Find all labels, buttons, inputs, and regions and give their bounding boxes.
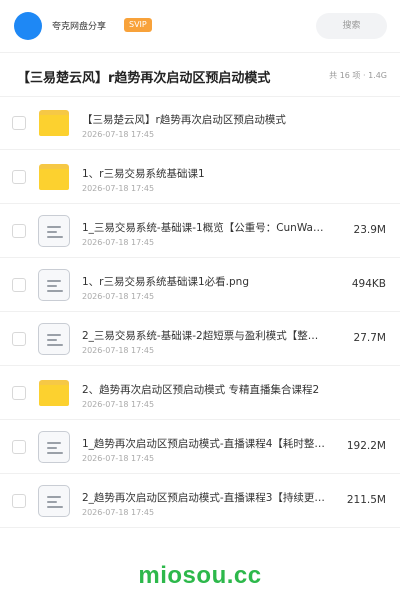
file-row[interactable]: 2_趋势再次启动区预启动模式-直播课程3【持续更新版】 2026-07-18 17… [0,474,400,528]
folder-meta: 共 16 项 · 1.4G [329,71,387,80]
file-list: 【三易楚云风】r趋势再次启动区预启动模式 2026-07-18 17:45 1、r三… [0,96,400,528]
folder-icon [38,107,70,139]
item-size: 27.7M [353,332,386,344]
share-owner-name: 夸克网盘分享 [52,22,107,32]
watermark: miosou.cc [138,562,262,589]
item-size: 211.5M [346,494,386,506]
search-button[interactable]: 搜索 [316,13,387,39]
item-name: 1、r三易交易系统基础课1必看.png [82,276,249,288]
item-name: 2_三易交易系统-基础课-2超短票与盈利模式【整理版】 [82,330,328,342]
file-row[interactable]: 2_三易交易系统-基础课-2超短票与盈利模式【整理版】 2026-07-18 17… [0,312,400,366]
document-icon [38,269,70,301]
item-date: 2026-07-18 17:45 [82,454,155,463]
item-name: 【三易楚云风】r趋势再次启动区预启动模式 [82,114,286,126]
row-checkbox[interactable] [12,440,26,454]
top-header: 夸克网盘分享 SVIP 搜索 [0,0,400,52]
item-name: 1、r三易交易系统基础课1 [82,168,205,180]
item-name: 2、趋势再次启动区预启动模式 专精直播集合课程2 [82,384,320,396]
folder-icon [38,377,70,409]
folder-title-row: 【三易楚云风】r趋势再次启动区预启动模式 共 16 项 · 1.4G [0,52,400,98]
row-checkbox[interactable] [12,386,26,400]
item-date: 2026-07-18 17:45 [82,292,155,301]
folder-row[interactable]: 【三易楚云风】r趋势再次启动区预启动模式 2026-07-18 17:45 [0,96,400,150]
file-row[interactable]: 1、r三易交易系统基础课1必看.png 2026-07-18 17:45 494KB [0,258,400,312]
document-icon [38,323,70,355]
document-icon [38,431,70,463]
item-size: 192.2M [346,440,386,452]
avatar[interactable] [14,12,42,40]
row-checkbox[interactable] [12,224,26,238]
document-icon [38,485,70,517]
document-icon [38,215,70,247]
row-checkbox[interactable] [12,332,26,346]
item-date: 2026-07-18 17:45 [82,346,155,355]
item-name: 1_三易交易系统-基础课-1概览【公重号：CunWang】 [82,222,328,234]
item-name: 2_趋势再次启动区预启动模式-直播课程3【持续更新版】 [82,492,328,504]
item-size: 23.9M [353,224,386,236]
item-date: 2026-07-18 17:45 [82,238,155,247]
row-checkbox[interactable] [12,494,26,508]
item-size: 494KB [351,278,386,290]
svip-badge: SVIP [124,18,152,32]
folder-icon [38,161,70,193]
item-date: 2026-07-18 17:45 [82,400,155,409]
item-date: 2026-07-18 17:45 [82,508,155,517]
item-name: 1_趋势再次启动区预启动模式-直播课程4【耗时整理版】 [82,438,328,450]
file-row[interactable]: 1_三易交易系统-基础课-1概览【公重号：CunWang】 2026-07-18 … [0,204,400,258]
row-checkbox[interactable] [12,170,26,184]
item-date: 2026-07-18 17:45 [82,184,155,193]
row-checkbox[interactable] [12,278,26,292]
row-checkbox[interactable] [12,116,26,130]
folder-row[interactable]: 2、趋势再次启动区预启动模式 专精直播集合课程2 2026-07-18 17:45 [0,366,400,420]
item-date: 2026-07-18 17:45 [82,130,155,139]
folder-title: 【三易楚云风】r趋势再次启动区预启动模式 [17,71,271,86]
folder-row[interactable]: 1、r三易交易系统基础课1 2026-07-18 17:45 [0,150,400,204]
file-row[interactable]: 1_趋势再次启动区预启动模式-直播课程4【耗时整理版】 2026-07-18 17… [0,420,400,474]
